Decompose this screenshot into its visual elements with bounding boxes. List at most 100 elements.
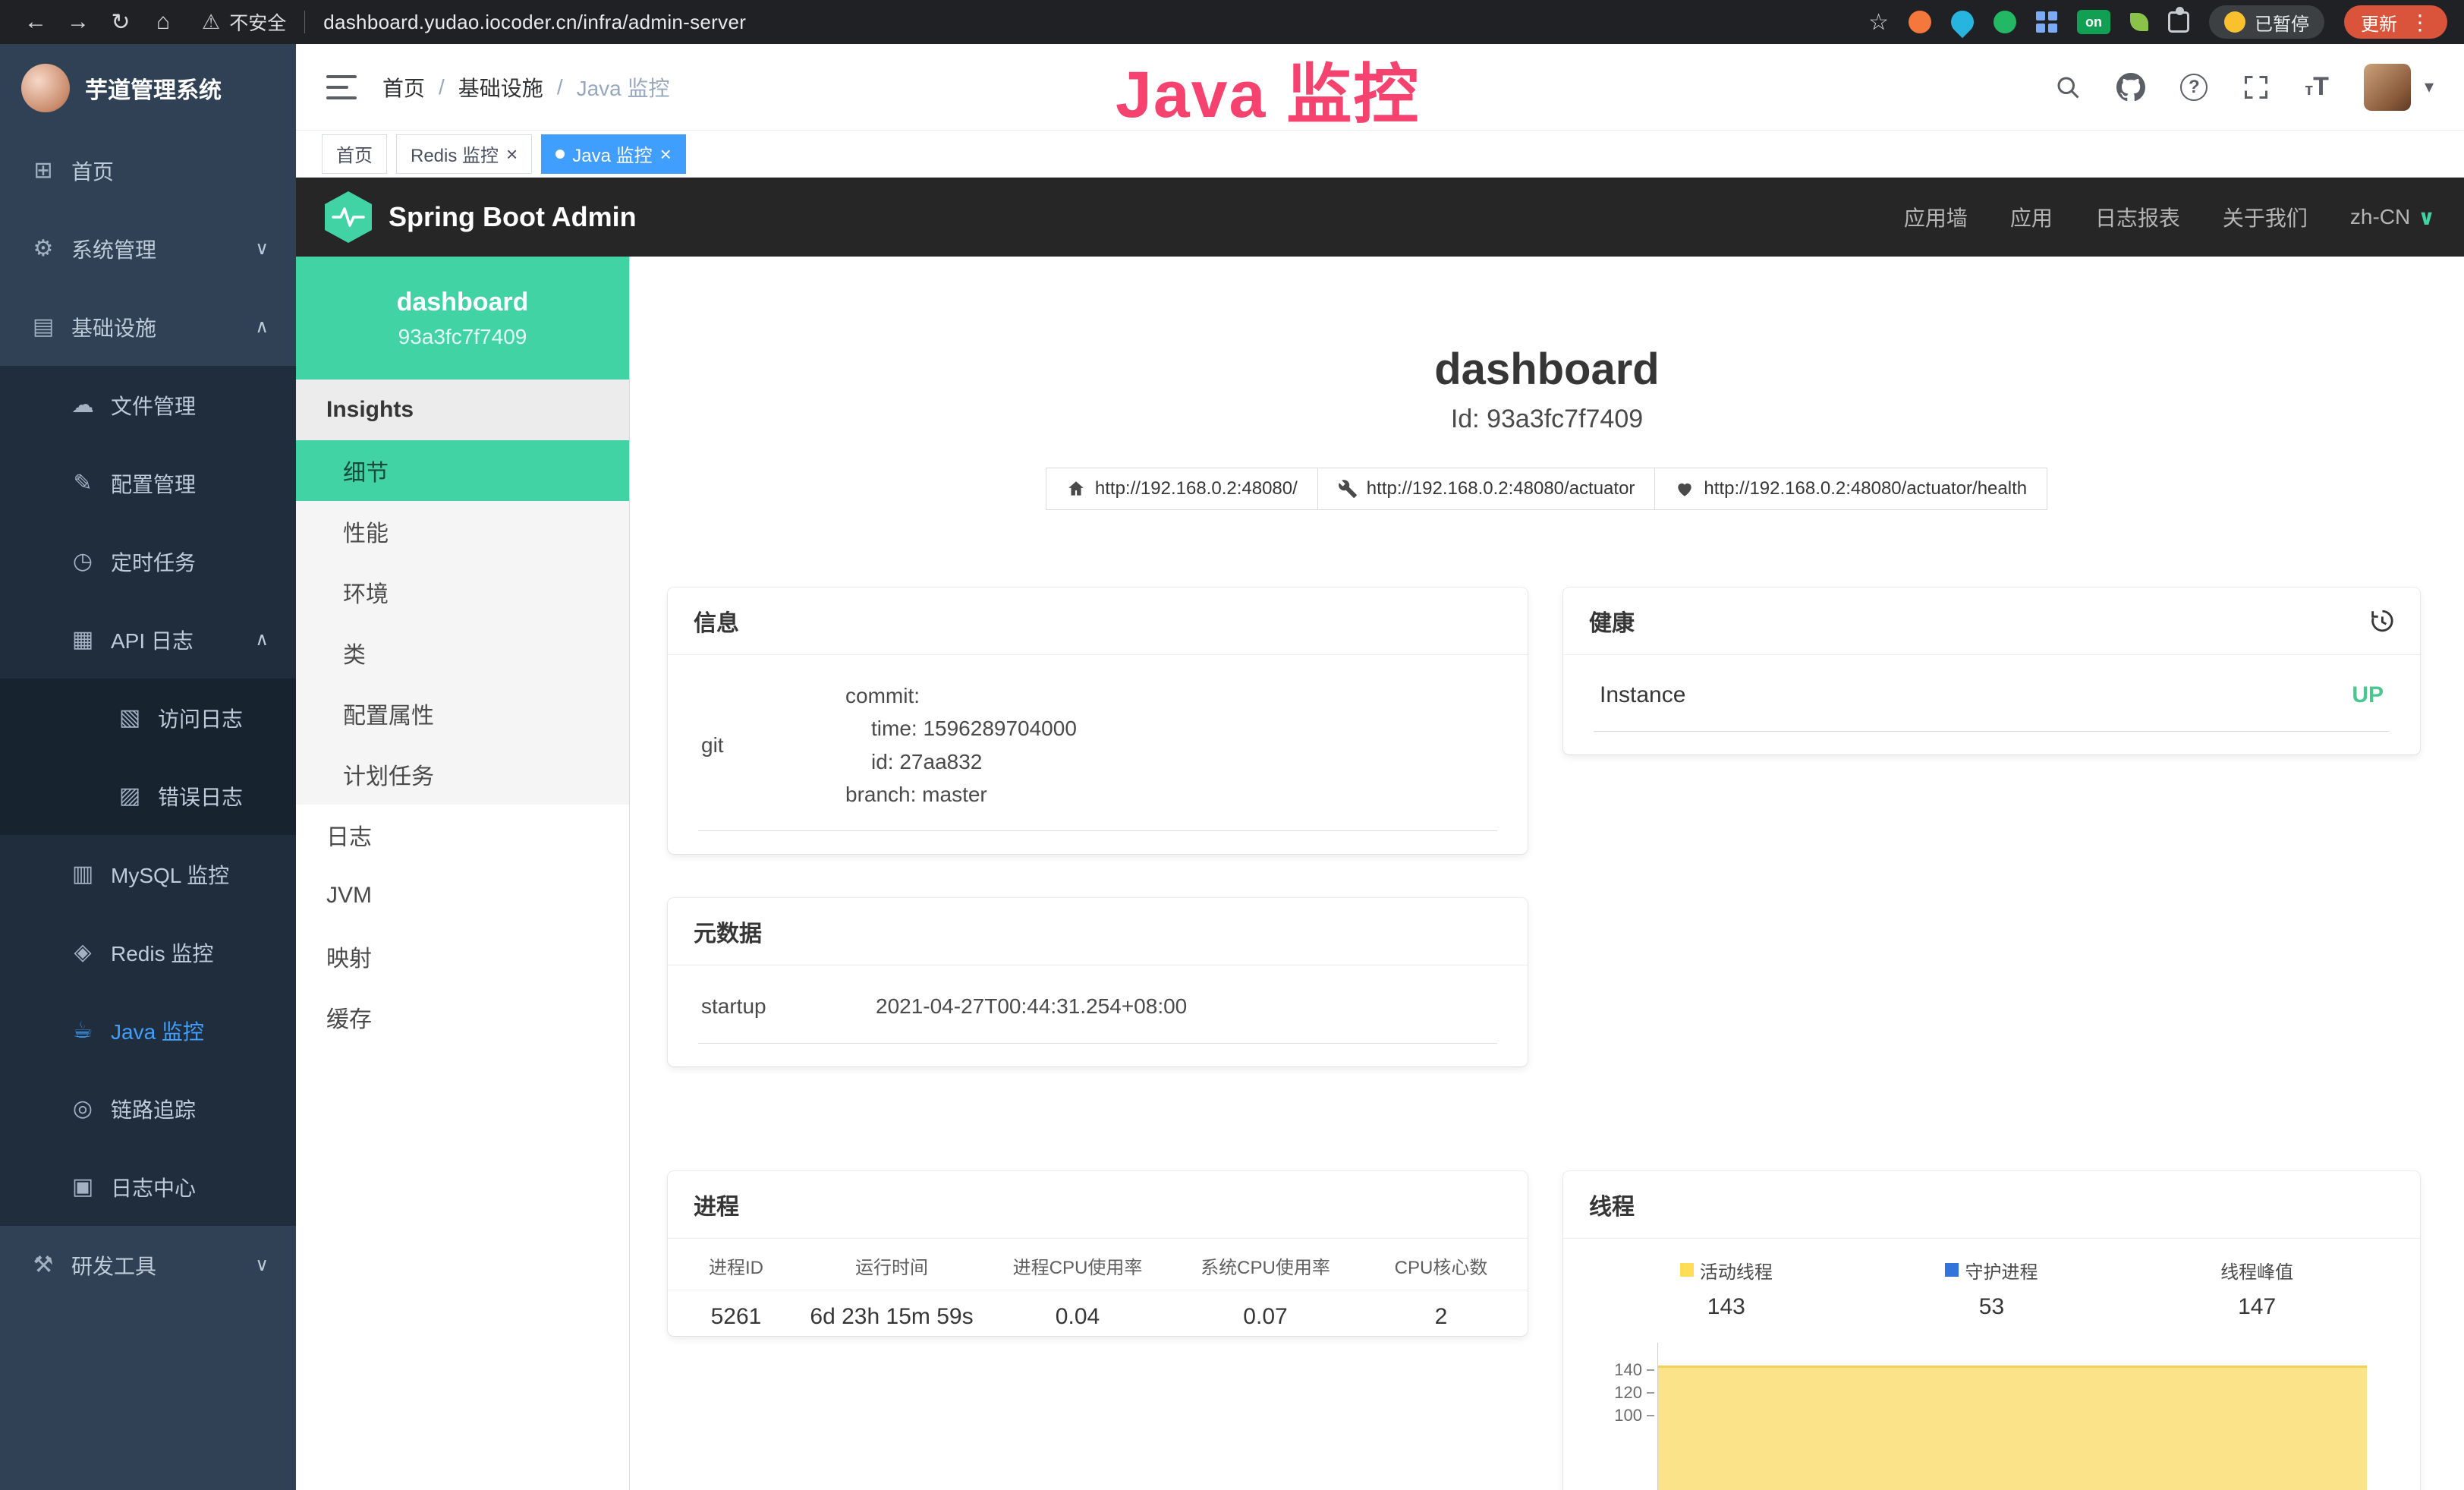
sidebar-item-system[interactable]: ⚙ 系统管理 ∨ bbox=[0, 209, 296, 288]
font-size-icon[interactable]: тT bbox=[2305, 72, 2329, 102]
sidebar-item-error-log[interactable]: ▨ 错误日志 bbox=[0, 757, 296, 835]
sba-item-environment[interactable]: 环境 bbox=[296, 562, 629, 622]
sba-group-insights: Insights bbox=[296, 380, 629, 440]
hamburger-icon[interactable] bbox=[326, 75, 357, 99]
fullscreen-icon[interactable] bbox=[2242, 74, 2270, 101]
url-text[interactable]: dashboard.yudao.iocoder.cn/infra/admin-s… bbox=[323, 11, 746, 34]
sidebar-item-mysql[interactable]: ▥ MySQL 监控 bbox=[0, 835, 296, 913]
extension-grid-icon[interactable] bbox=[2036, 11, 2057, 33]
extension-icon[interactable] bbox=[1994, 11, 2016, 33]
info-card: 信息 git commit: time: 1596289704000 id: 2… bbox=[668, 587, 1528, 855]
sba-item-configprops[interactable]: 配置属性 bbox=[296, 683, 629, 744]
info-card-body: git commit: time: 1596289704000 id: 27aa… bbox=[668, 655, 1528, 855]
home-icon[interactable]: ⌂ bbox=[144, 9, 182, 35]
security-chip[interactable]: ⚠ 不安全 bbox=[202, 8, 286, 36]
sba-nav-journal[interactable]: 日志报表 bbox=[2095, 202, 2180, 232]
instance-header[interactable]: dashboard 93a3fc7f7409 bbox=[296, 257, 629, 380]
sidebar-item-log-center[interactable]: ▣ 日志中心 bbox=[0, 1148, 296, 1226]
gear-icon: ⚙ bbox=[27, 235, 59, 262]
metadata-value: 2021-04-27T00:44:31.254+08:00 bbox=[876, 990, 1187, 1022]
actuator-url-link[interactable]: http://192.168.0.2:48080/actuator bbox=[1317, 468, 1656, 510]
sba-item-details[interactable]: 细节 bbox=[296, 440, 629, 501]
cell-value: 2 bbox=[1355, 1304, 1528, 1330]
search-icon[interactable] bbox=[2054, 74, 2082, 101]
help-icon[interactable]: ? bbox=[2180, 74, 2208, 101]
tags-view: 首页 Redis 监控 × Java 监控 × bbox=[296, 131, 2464, 178]
sba-nav-wallboard[interactable]: 应用墙 bbox=[1904, 202, 1968, 232]
sidebar-item-home[interactable]: ⊞ 首页 bbox=[0, 131, 296, 209]
active-threads-area bbox=[1658, 1366, 2367, 1490]
card-title: 信息 bbox=[694, 604, 739, 638]
topbar-actions: ? тT ▾ bbox=[2054, 64, 2434, 111]
sba-body: dashboard 93a3fc7f7409 Insights 细节 性能 环境… bbox=[296, 257, 2464, 1490]
caret-down-icon[interactable]: ▾ bbox=[2425, 76, 2434, 98]
sba-item-classes[interactable]: 类 bbox=[296, 622, 629, 683]
sidebar-item-job[interactable]: ◷ 定时任务 bbox=[0, 522, 296, 600]
update-button[interactable]: 更新 ⋮ bbox=[2344, 5, 2447, 39]
sidebar-item-config[interactable]: ✎ 配置管理 bbox=[0, 444, 296, 522]
extension-icon[interactable] bbox=[1946, 6, 1978, 38]
sidebar-item-access-log[interactable]: ▧ 访问日志 bbox=[0, 679, 296, 757]
info-value: commit: time: 1596289704000 id: 27aa832 … bbox=[845, 679, 1077, 811]
extensions-puzzle-icon[interactable] bbox=[2168, 11, 2189, 33]
reload-icon[interactable]: ↻ bbox=[102, 9, 140, 36]
service-url-link[interactable]: http://192.168.0.2:48080/ bbox=[1046, 468, 1318, 510]
bookmark-star-icon[interactable]: ☆ bbox=[1868, 9, 1889, 36]
sba-locale-select[interactable]: zh-CN ∨ bbox=[2350, 205, 2435, 230]
history-icon[interactable] bbox=[2368, 608, 2394, 634]
breadcrumb-separator: / bbox=[557, 75, 563, 99]
eye-icon: ◎ bbox=[67, 1095, 99, 1122]
sba-item-scheduledtasks[interactable]: 计划任务 bbox=[296, 744, 629, 805]
extension-icon[interactable] bbox=[1909, 11, 1931, 33]
extension-on-badge[interactable]: on bbox=[2077, 10, 2110, 34]
close-icon[interactable]: × bbox=[506, 144, 518, 164]
tab-label: Java 监控 bbox=[572, 140, 652, 167]
sidebar-item-devtools[interactable]: ⚒ 研发工具 ∨ bbox=[0, 1226, 296, 1304]
sba-nav-applications[interactable]: 应用 bbox=[2010, 202, 2053, 232]
legend-daemon-threads: 守护进程 bbox=[1859, 1257, 2125, 1284]
github-icon[interactable] bbox=[2116, 73, 2145, 102]
heart-icon bbox=[1675, 479, 1695, 499]
sba-logo-icon[interactable] bbox=[325, 191, 372, 243]
health-card-header: 健康 bbox=[1563, 587, 2420, 655]
forward-icon[interactable]: → bbox=[59, 9, 97, 35]
instance-name: dashboard bbox=[397, 288, 529, 317]
paused-badge[interactable]: 已暂停 bbox=[2209, 5, 2324, 39]
sba-item-metrics[interactable]: 性能 bbox=[296, 501, 629, 562]
close-icon[interactable]: × bbox=[660, 144, 672, 164]
tab-java[interactable]: Java 监控 × bbox=[541, 134, 686, 174]
app-logo[interactable]: 芋道管理系统 bbox=[0, 44, 296, 131]
health-url-link[interactable]: http://192.168.0.2:48080/actuator/health bbox=[1654, 468, 2047, 510]
sba-item-mappings[interactable]: 映射 bbox=[296, 926, 629, 987]
sidebar-item-api-log[interactable]: ▦ API 日志 ∧ bbox=[0, 600, 296, 679]
breadcrumb-home[interactable]: 首页 bbox=[382, 72, 425, 102]
cloud-icon: ☁ bbox=[67, 392, 99, 418]
tab-home[interactable]: 首页 bbox=[322, 134, 387, 174]
sba-item-jvm[interactable]: JVM bbox=[296, 865, 629, 926]
cell-value: 0.04 bbox=[979, 1304, 1176, 1330]
user-avatar[interactable] bbox=[2364, 64, 2411, 111]
threads-card-header: 线程 bbox=[1563, 1171, 2420, 1239]
breadcrumb-current: Java 监控 bbox=[577, 72, 670, 102]
annotation-java-monitor: Java 监控 bbox=[1116, 41, 1420, 136]
sidebar-item-java[interactable]: ☕ Java 监控 bbox=[0, 991, 296, 1069]
link-label: http://192.168.0.2:48080/ bbox=[1095, 478, 1298, 499]
sidebar-item-trace[interactable]: ◎ 链路追踪 bbox=[0, 1069, 296, 1148]
sba-item-logs[interactable]: 日志 bbox=[296, 805, 629, 865]
breadcrumb-infra[interactable]: 基础设施 bbox=[458, 72, 543, 102]
tab-redis[interactable]: Redis 监控 × bbox=[396, 134, 532, 174]
info-card-header: 信息 bbox=[668, 587, 1528, 655]
sidebar-item-file[interactable]: ☁ 文件管理 bbox=[0, 366, 296, 444]
back-icon[interactable]: ← bbox=[17, 9, 55, 35]
browser-menu-icon[interactable]: ⋮ bbox=[2409, 10, 2431, 35]
process-table-values: 5261 6d 23h 15m 59s 0.04 0.07 2 bbox=[668, 1290, 1528, 1330]
sidebar-item-infra[interactable]: ▤ 基础设施 ∧ bbox=[0, 288, 296, 366]
info-line: id: 27aa832 bbox=[845, 745, 1077, 778]
sba-item-caches[interactable]: 缓存 bbox=[296, 987, 629, 1047]
sba-nav-about[interactable]: 关于我们 bbox=[2223, 202, 2308, 232]
sidebar-item-redis[interactable]: ◈ Redis 监控 bbox=[0, 913, 296, 991]
status-badge: UP bbox=[2352, 682, 2384, 708]
sidebar-item-label: 配置管理 bbox=[111, 468, 196, 499]
admin-sidebar: 芋道管理系统 ⊞ 首页 ⚙ 系统管理 ∨ ▤ 基础设施 ∧ ☁ 文件管理 ✎ bbox=[0, 44, 296, 1490]
extension-leaf-icon[interactable] bbox=[2130, 13, 2148, 31]
